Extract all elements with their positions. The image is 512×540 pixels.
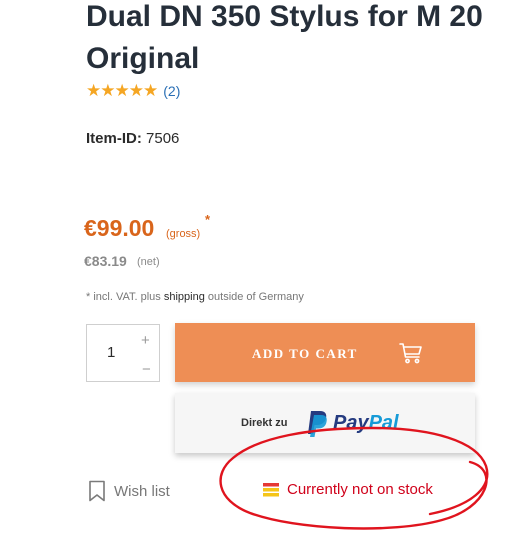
item-id-value: 7506 — [146, 130, 180, 147]
quantity-stepper[interactable]: 1 + − — [86, 324, 160, 382]
add-to-cart-button[interactable]: ADD TO CART — [175, 323, 475, 382]
product-title: Dual DN 350 Stylus for M 20 Original — [86, 0, 512, 80]
bookmark-icon — [89, 480, 105, 502]
vat-note-prefix: * incl. VAT. plus — [86, 291, 161, 303]
item-id: Item-ID: 7506 — [86, 130, 179, 147]
annotation-circle — [219, 426, 489, 530]
stock-status-icon — [263, 482, 279, 496]
rating-count-link[interactable]: (2) — [163, 83, 180, 99]
paypal-brand-pal: Pal — [368, 412, 399, 434]
shipping-link[interactable]: shipping — [164, 291, 205, 303]
wishlist-link[interactable]: Wish list — [88, 480, 170, 502]
quantity-increase-button[interactable]: + — [141, 333, 150, 348]
star-icon: ★ — [86, 81, 101, 100]
quantity-input[interactable]: 1 — [107, 344, 115, 361]
paypal-button[interactable]: Direkt zu PayPal — [175, 393, 475, 453]
gross-price: €99.00 — [84, 215, 155, 241]
paypal-logo-icon — [308, 411, 327, 437]
stock-status-label: Currently not on stock — [287, 481, 433, 498]
star-icon: ★ — [114, 81, 130, 100]
vat-note-suffix: outside of Germany — [207, 291, 304, 303]
gross-tag: (gross) — [166, 228, 201, 240]
product-title-line-2: Original — [86, 42, 200, 75]
item-id-label: Item-ID: — [86, 130, 142, 147]
vat-note: * incl. VAT. plus shipping outside of Ge… — [86, 291, 304, 303]
quantity-decrease-button[interactable]: − — [142, 362, 151, 377]
footnote-marker: * — [205, 212, 211, 227]
paypal-brand-pay: Pay — [333, 412, 369, 434]
star-icon: ★ — [100, 81, 115, 100]
paypal-prefix: Direkt zu — [241, 417, 288, 429]
star-icon: ★ — [128, 81, 144, 100]
product-title-line-1: Dual DN 350 Stylus for M 20 — [86, 0, 483, 33]
star-icon: ★ — [143, 81, 158, 100]
net-price: €83.19 — [84, 253, 127, 269]
net-tag: (net) — [137, 256, 160, 268]
add-to-cart-label: ADD TO CART — [252, 346, 358, 361]
wishlist-label: Wish list — [114, 482, 170, 500]
paypal-wordmark: PayPal — [333, 412, 399, 435]
cart-icon — [399, 343, 422, 364]
product-rating[interactable]: ★ ★ ★ ★ ★ (2) — [86, 82, 180, 100]
stock-status: Currently not on stock — [263, 481, 433, 498]
